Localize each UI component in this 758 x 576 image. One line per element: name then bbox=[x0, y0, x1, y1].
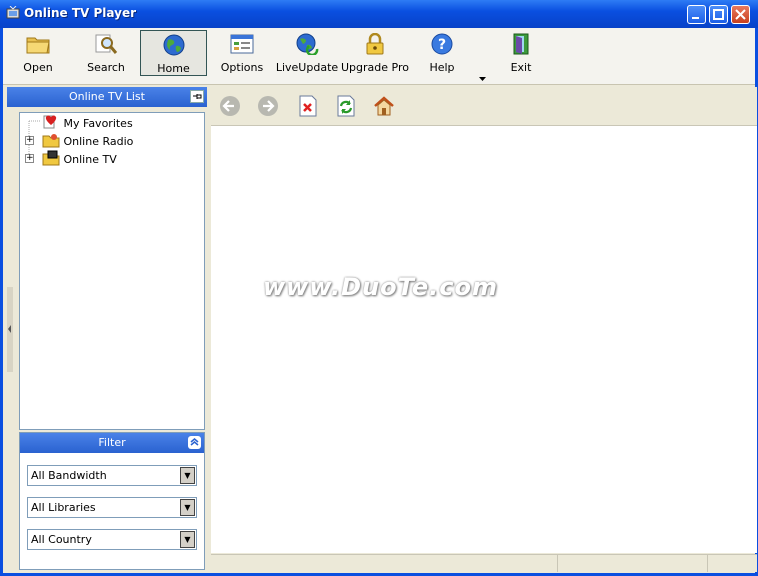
tv-list-header: Online TV List bbox=[7, 87, 207, 107]
chevron-down-icon[interactable]: ▼ bbox=[180, 499, 195, 516]
left-pane: Online TV List My Favorites + Online Rad… bbox=[7, 87, 207, 571]
search-label: Search bbox=[87, 61, 125, 74]
radio-folder-icon bbox=[42, 134, 60, 148]
splitter-handle[interactable] bbox=[7, 287, 13, 372]
country-value: All Country bbox=[31, 533, 92, 546]
maximize-icon bbox=[713, 9, 724, 20]
liveupdate-button[interactable]: LiveUpdate bbox=[275, 30, 339, 76]
pin-icon bbox=[193, 94, 202, 99]
open-label: Open bbox=[23, 61, 53, 74]
close-icon bbox=[735, 9, 746, 20]
forward-icon[interactable] bbox=[257, 95, 279, 117]
svg-text:?: ? bbox=[438, 37, 446, 53]
stop-icon[interactable] bbox=[297, 95, 319, 117]
app-icon bbox=[6, 6, 20, 19]
lock-icon bbox=[366, 32, 384, 55]
expand-online-tv[interactable]: + bbox=[25, 154, 34, 163]
status-bar bbox=[211, 554, 757, 572]
close-button[interactable] bbox=[731, 5, 750, 24]
tree-item-online-tv[interactable]: Online TV bbox=[42, 150, 117, 168]
filter-collapse-button[interactable] bbox=[188, 436, 201, 449]
minimize-icon bbox=[692, 17, 699, 19]
bandwidth-value: All Bandwidth bbox=[31, 469, 107, 482]
filter-panel: Filter All Bandwidth ▼ All Libraries ▼ A… bbox=[19, 432, 205, 570]
status-segment bbox=[557, 555, 708, 572]
liveupdate-label: LiveUpdate bbox=[275, 61, 339, 74]
double-chevron-up-icon bbox=[190, 438, 199, 446]
chevron-down-icon[interactable]: ▼ bbox=[180, 467, 195, 484]
open-button[interactable]: Open bbox=[7, 30, 69, 76]
exit-label: Exit bbox=[510, 61, 532, 74]
help-icon: ? bbox=[431, 33, 453, 55]
tree-item-label: My Favorites bbox=[63, 117, 133, 130]
window-title: Online TV Player bbox=[24, 6, 136, 20]
tree-item-label: Online TV bbox=[63, 153, 117, 166]
tree-item-label: Online Radio bbox=[63, 135, 134, 148]
watermark-text: www.DuoTe.com bbox=[263, 273, 498, 301]
title-bar[interactable]: Online TV Player bbox=[0, 0, 758, 28]
help-dropdown-arrow[interactable] bbox=[479, 75, 486, 84]
upgrade-pro-button[interactable]: Upgrade Pro bbox=[341, 30, 409, 76]
status-segment bbox=[707, 555, 758, 572]
app-window: Online TV Player Open Search Home Option… bbox=[0, 0, 758, 576]
tree-item-online-radio[interactable]: Online Radio bbox=[42, 132, 133, 150]
liveupdate-icon bbox=[296, 33, 319, 57]
chevron-down-icon[interactable]: ▼ bbox=[180, 531, 195, 548]
back-icon[interactable] bbox=[219, 95, 241, 117]
home-label: Home bbox=[157, 62, 190, 75]
tv-folder-icon bbox=[42, 150, 60, 166]
bandwidth-select[interactable]: All Bandwidth ▼ bbox=[27, 465, 197, 486]
main-toolbar: Open Search Home Options LiveUpdate Upgr… bbox=[3, 28, 755, 85]
filter-title: Filter bbox=[98, 436, 126, 449]
web-content-area[interactable]: www.DuoTe.com bbox=[211, 126, 757, 553]
search-icon bbox=[95, 34, 118, 54]
globe-icon bbox=[163, 34, 184, 56]
search-button[interactable]: Search bbox=[73, 30, 139, 76]
minimize-button[interactable] bbox=[687, 5, 706, 24]
channel-tree: My Favorites + Online Radio + Online TV bbox=[19, 112, 205, 430]
maximize-button[interactable] bbox=[709, 5, 728, 24]
options-button[interactable]: Options bbox=[211, 30, 273, 76]
favorites-icon bbox=[43, 115, 57, 129]
refresh-icon[interactable] bbox=[335, 95, 357, 117]
folder-icon bbox=[26, 37, 50, 54]
country-select[interactable]: All Country ▼ bbox=[27, 529, 197, 550]
exit-door-icon bbox=[513, 33, 529, 55]
help-label: Help bbox=[429, 61, 455, 74]
chevron-down-icon bbox=[479, 77, 486, 81]
libraries-select[interactable]: All Libraries ▼ bbox=[27, 497, 197, 518]
browser-nav-bar bbox=[211, 87, 757, 126]
pin-button[interactable] bbox=[190, 90, 204, 103]
tv-list-title: Online TV List bbox=[69, 90, 145, 103]
libraries-value: All Libraries bbox=[31, 501, 96, 514]
home-button[interactable]: Home bbox=[140, 30, 207, 76]
help-button[interactable]: ? Help bbox=[415, 30, 469, 76]
browser-pane: www.DuoTe.com bbox=[211, 87, 757, 572]
options-label: Options bbox=[220, 61, 264, 74]
exit-button[interactable]: Exit bbox=[495, 30, 547, 76]
options-icon bbox=[230, 34, 254, 54]
upgrade-pro-label: Upgrade Pro bbox=[341, 61, 409, 74]
expand-online-radio[interactable]: + bbox=[25, 136, 34, 145]
tree-item-my-favorites[interactable]: My Favorites bbox=[42, 114, 133, 132]
filter-header: Filter bbox=[20, 433, 204, 453]
home-icon[interactable] bbox=[373, 95, 395, 117]
